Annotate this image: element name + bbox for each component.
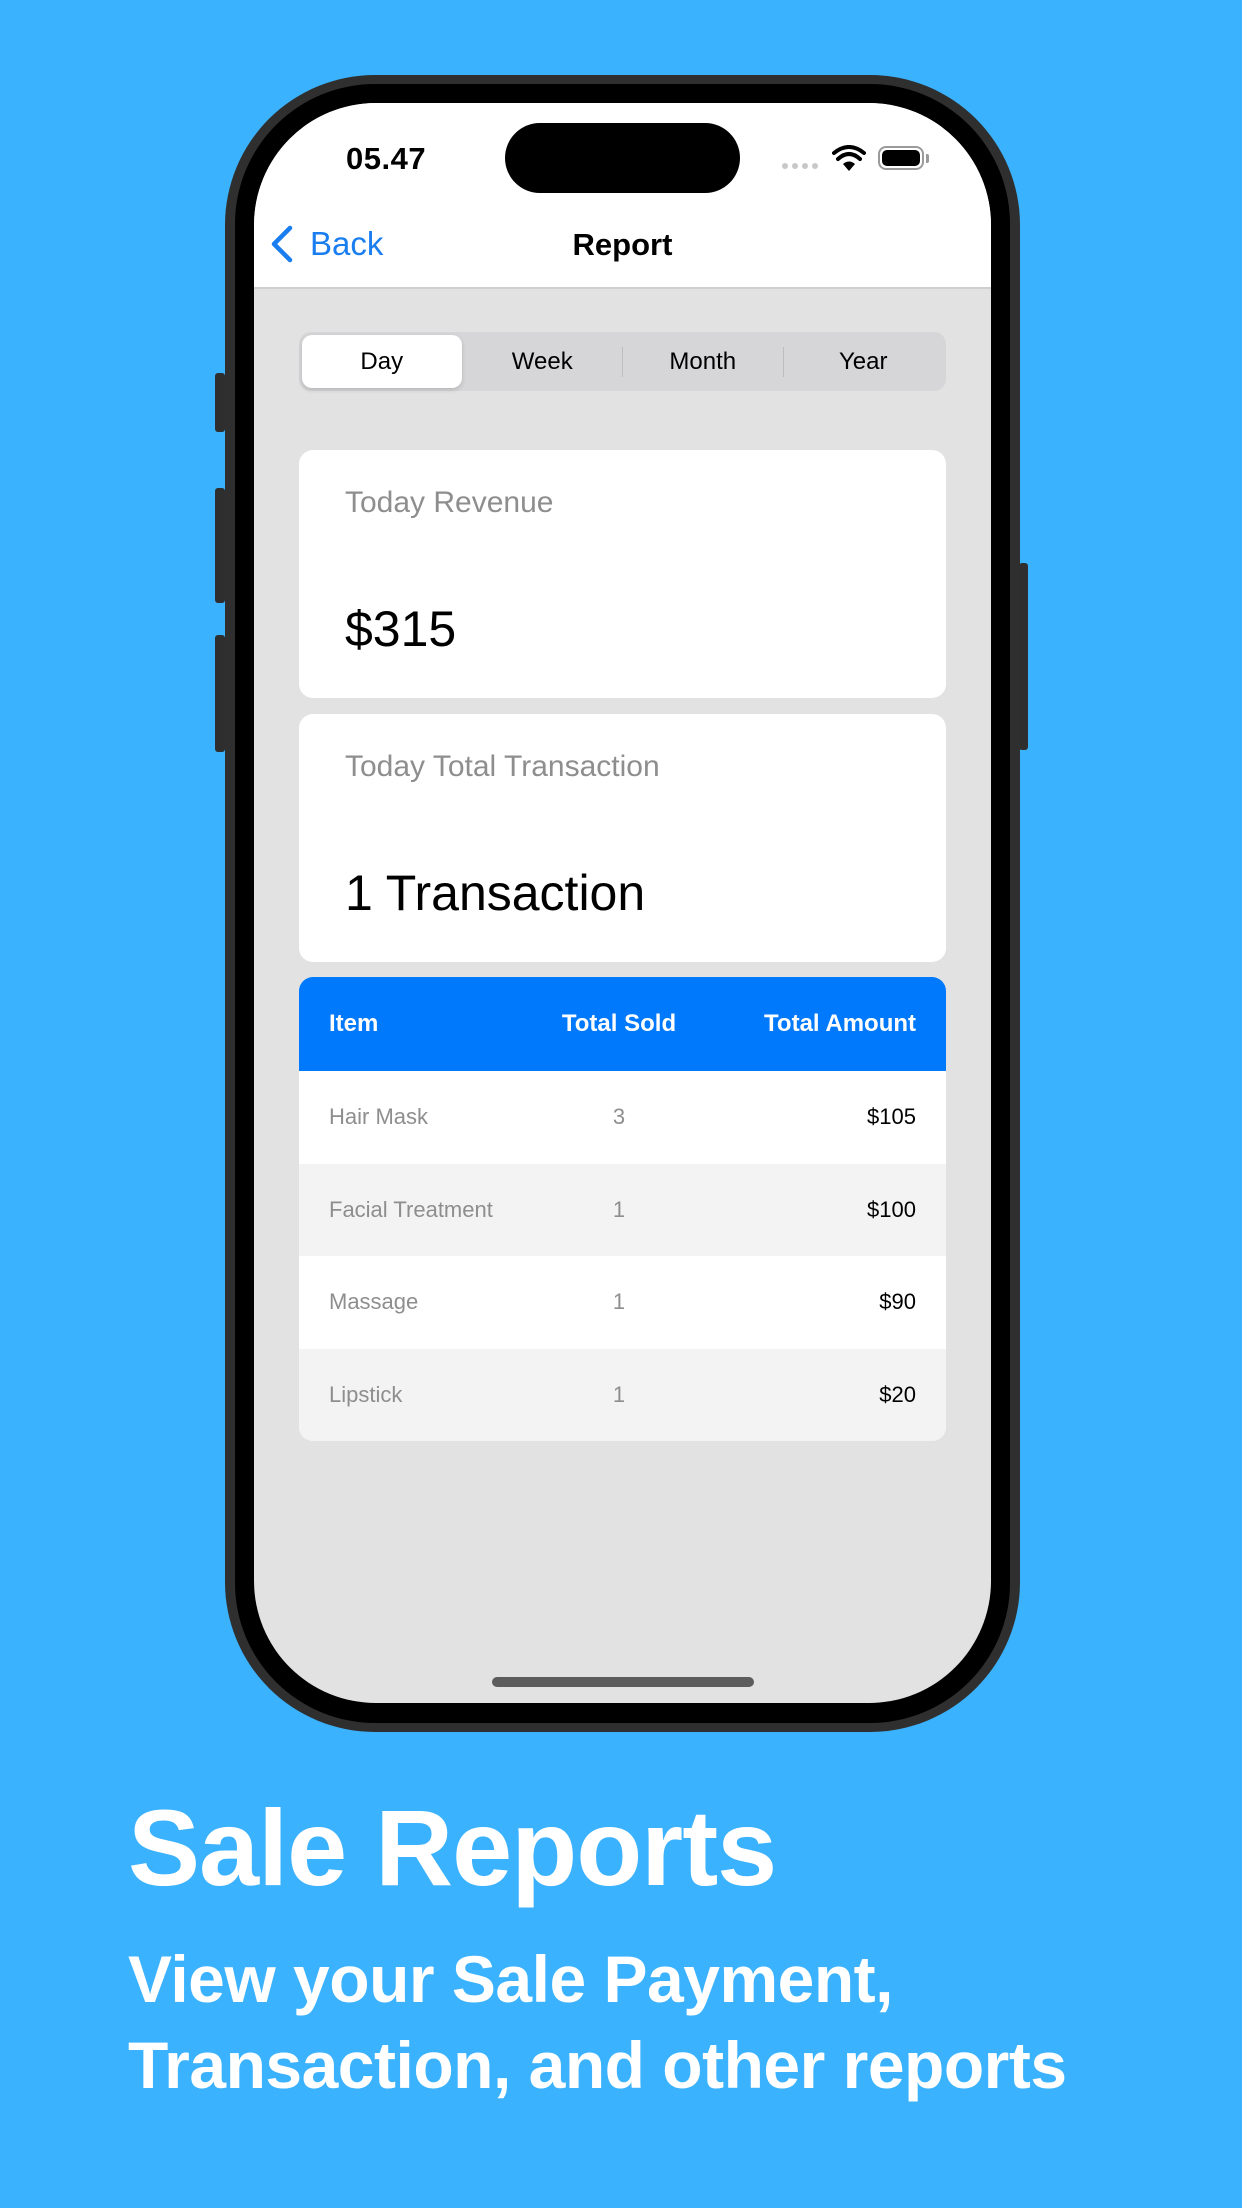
revenue-label: Today Revenue <box>345 486 554 519</box>
cell-item: Massage <box>329 1289 419 1315</box>
wifi-icon <box>832 145 866 171</box>
battery-icon <box>878 146 924 170</box>
transaction-value: 1 Transaction <box>345 865 646 921</box>
segment-year[interactable]: Year <box>784 335 944 388</box>
transaction-card: Today Total Transaction 1 Transaction <box>299 714 946 962</box>
cell-sold: 1 <box>612 1196 626 1222</box>
table-row: Lipstick 1 $20 <box>299 1348 946 1441</box>
header-item: Item <box>329 1010 379 1037</box>
cell-amount: $105 <box>867 1104 916 1130</box>
promo-headline: Sale Reports <box>128 1787 777 1908</box>
top-bar: 05.47 Back Report <box>254 103 991 289</box>
promo-subline-2: Transaction, and other reports <box>128 2028 1067 2102</box>
cell-sold: 1 <box>612 1289 626 1315</box>
period-segmented-control: Day Week Month Year <box>299 332 946 391</box>
dynamic-island <box>505 123 740 193</box>
battery-tip <box>926 154 929 163</box>
table-header: Item Total Sold Total Amount <box>299 977 946 1071</box>
sales-table: Item Total Sold Total Amount Hair Mask 3… <box>299 977 946 1441</box>
cell-sold: 1 <box>612 1381 626 1407</box>
revenue-card: Today Revenue $315 <box>299 450 946 698</box>
table-row: Hair Mask 3 $105 <box>299 1071 946 1164</box>
transaction-label: Today Total Transaction <box>345 750 660 783</box>
header-total-sold: Total Sold <box>561 1010 677 1037</box>
page-title: Report <box>572 227 673 262</box>
volume-down-button <box>215 635 225 752</box>
revenue-value: $315 <box>345 601 457 657</box>
segment-month[interactable]: Month <box>623 335 783 388</box>
cell-item: Facial Treatment <box>329 1196 493 1222</box>
status-time: 05.47 <box>346 141 427 176</box>
cell-item: Lipstick <box>329 1381 403 1407</box>
signal-icon <box>782 163 818 169</box>
segment-week[interactable]: Week <box>463 335 623 388</box>
action-button <box>215 373 225 432</box>
table-row: Massage 1 $90 <box>299 1256 946 1349</box>
segment-day[interactable]: Day <box>302 335 462 388</box>
power-button <box>1019 563 1028 750</box>
phone-screen: 05.47 Back Report Day Week Month Year To… <box>254 103 991 1703</box>
promo-subline-1: View your Sale Payment, <box>128 1942 893 2016</box>
home-indicator[interactable] <box>492 1677 754 1687</box>
cell-amount: $100 <box>867 1196 916 1222</box>
cell-sold: 3 <box>612 1104 626 1130</box>
cell-item: Hair Mask <box>329 1104 429 1130</box>
promo-subline: View your Sale Payment, Transaction, and… <box>128 1936 1067 2108</box>
table-row: Facial Treatment 1 $100 <box>299 1163 946 1256</box>
cell-amount: $90 <box>879 1289 916 1315</box>
cell-amount: $20 <box>879 1381 916 1407</box>
header-total-amount: Total Amount <box>764 1010 916 1037</box>
volume-up-button <box>215 488 225 603</box>
